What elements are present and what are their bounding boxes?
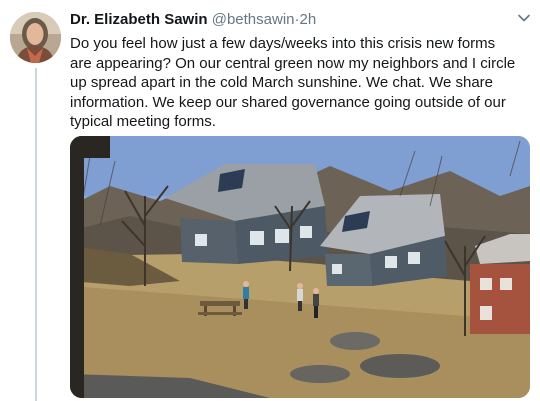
chevron-down-icon[interactable]: [517, 11, 531, 25]
photo-icon: [70, 136, 530, 398]
avatar[interactable]: [10, 12, 61, 63]
timestamp[interactable]: 2h: [300, 11, 317, 28]
tweet-header: Dr. Elizabeth Sawin @bethsawin·2h: [70, 11, 316, 29]
profile-photo-icon: [10, 12, 61, 63]
tweet-text: Do you feel how just a few days/weeks in…: [70, 35, 516, 130]
tweet-photo[interactable]: [70, 136, 530, 398]
thread-line: [35, 68, 37, 401]
author-handle[interactable]: @bethsawin: [212, 11, 295, 28]
author-name[interactable]: Dr. Elizabeth Sawin: [70, 11, 208, 28]
